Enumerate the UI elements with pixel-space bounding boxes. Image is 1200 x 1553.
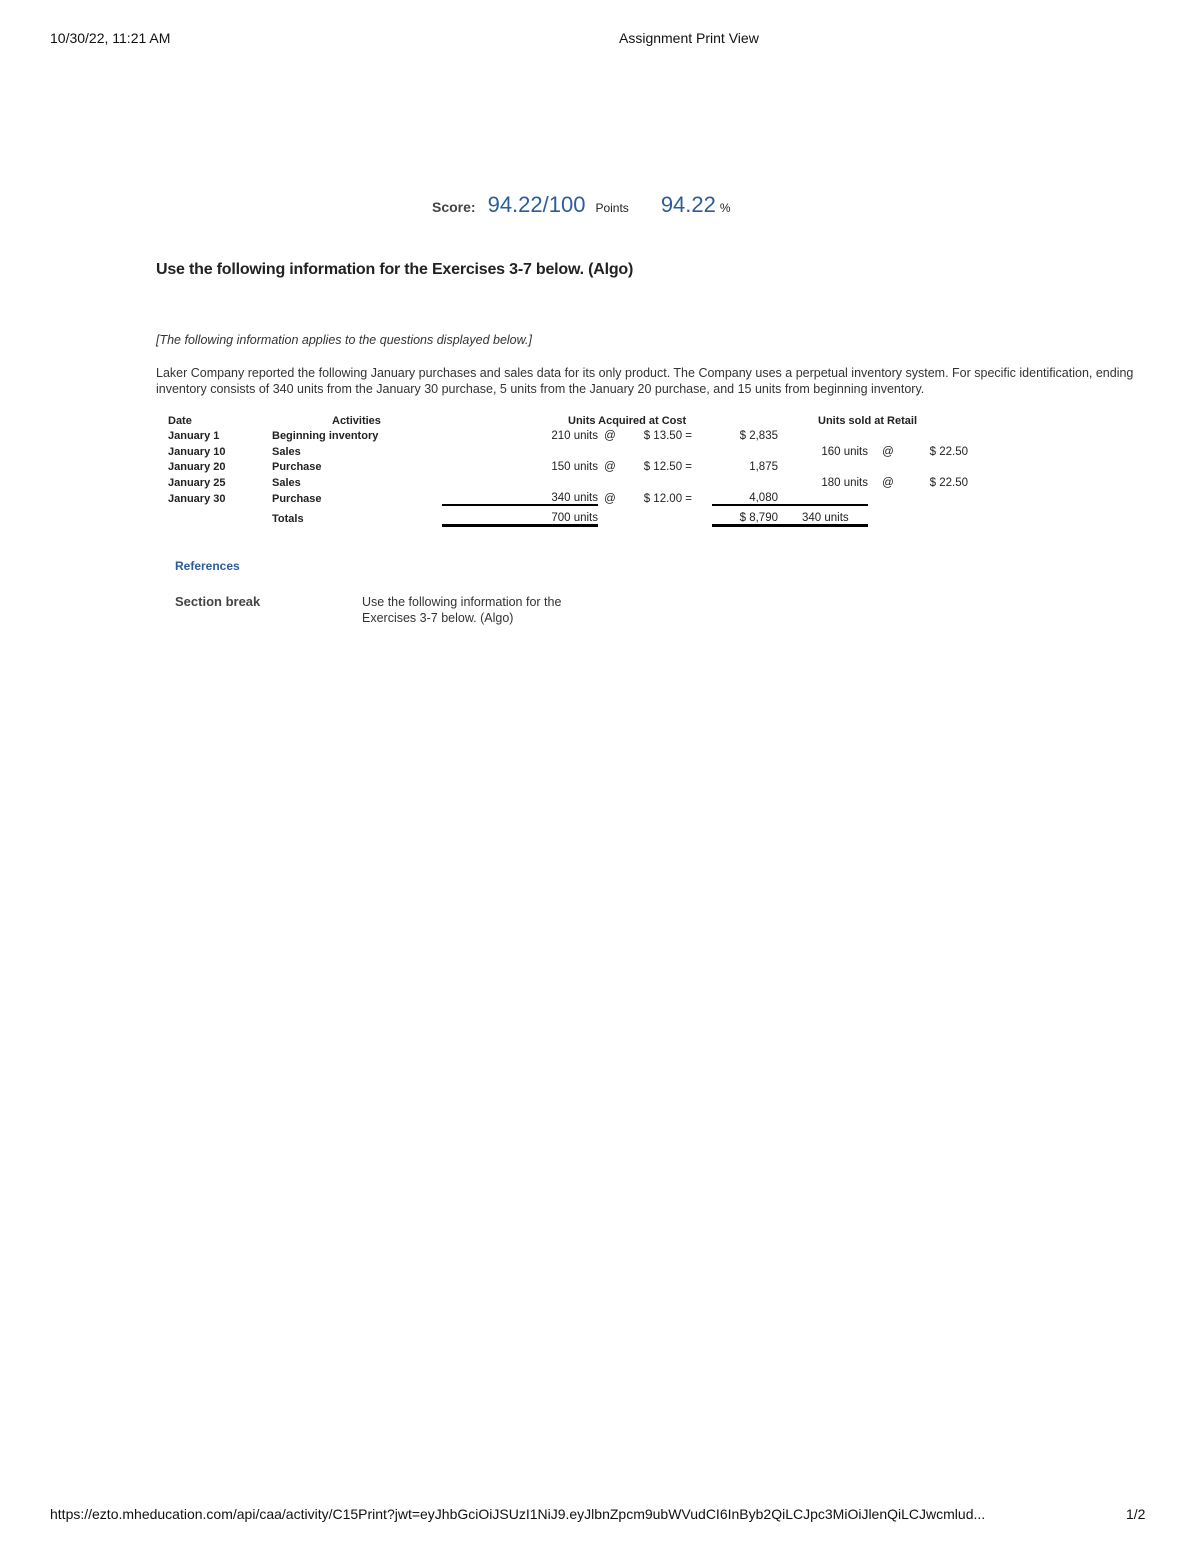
score-summary: Score: 94.22/100 Points 94.22 %	[432, 192, 731, 218]
row-acquired-units	[538, 442, 598, 458]
row-date: January 10	[168, 445, 226, 458]
row-activity: Purchase	[272, 493, 322, 505]
page-number: 1/2	[1126, 1506, 1146, 1522]
row-retail-price	[908, 458, 968, 474]
row-at	[598, 442, 622, 458]
row-date: January 30	[168, 493, 226, 505]
table-row: January 10 Sales 160 units @ $ 22.50	[168, 442, 968, 458]
print-url: https://ezto.mheducation.com/api/caa/act…	[50, 1506, 986, 1522]
row-at: @	[604, 493, 616, 505]
table-header-row: Date Activities Units Acquired at Cost U…	[168, 411, 968, 427]
row-sold-at	[868, 489, 908, 506]
row-unit-cost: $ 13.50 =	[643, 430, 692, 442]
row-unit-cost	[622, 473, 692, 489]
row-total-cost	[712, 473, 778, 489]
row-unit-cost	[622, 442, 692, 458]
row-total-cost: 1,875	[749, 461, 778, 473]
score-points-unit: Points	[595, 201, 629, 215]
row-sold-units	[802, 488, 868, 506]
row-sold-at: @	[882, 476, 894, 489]
print-datetime: 10/30/22, 11:21 AM	[50, 30, 171, 46]
header-activities: Activities	[332, 414, 381, 427]
row-sold-units	[802, 458, 868, 474]
row-date: January 20	[168, 461, 226, 473]
row-retail-price	[908, 489, 968, 506]
totals-row: Totals 700 units $ 8,790 340 units	[168, 505, 968, 527]
references-link[interactable]: References	[175, 559, 240, 573]
row-activity: Beginning inventory	[272, 430, 379, 442]
section-break-text: Use the following information for the Ex…	[362, 595, 562, 625]
print-page-title: Assignment Print View	[619, 30, 759, 46]
row-date: January 25	[168, 476, 226, 489]
row-sold-at: @	[882, 445, 894, 458]
row-unit-cost: $ 12.00 =	[643, 493, 692, 505]
row-total-cost: $ 2,835	[739, 430, 778, 442]
table-row: January 25 Sales 180 units @ $ 22.50	[168, 473, 968, 489]
header-date: Date	[168, 414, 192, 427]
row-acquired-units: 210 units	[551, 430, 598, 442]
row-at: @	[604, 430, 616, 442]
table-row: January 20 Purchase 150 units @ $ 12.50 …	[168, 458, 968, 474]
row-retail-price: $ 22.50	[929, 476, 968, 489]
totals-acquired-units: 700 units	[538, 505, 598, 527]
row-acquired-units: 150 units	[551, 461, 598, 473]
problem-paragraph: Laker Company reported the following Jan…	[156, 366, 1134, 396]
table-row: January 30 Purchase 340 units @ $ 12.00 …	[168, 488, 968, 506]
table-row: January 1 Beginning inventory 210 units …	[168, 427, 968, 443]
row-acquired-units: 340 units	[538, 488, 598, 506]
row-sold-units	[802, 427, 868, 443]
totals-sold-units: 340 units	[802, 505, 868, 527]
intro-note: [The following information applies to th…	[156, 333, 532, 347]
row-sold-units: 180 units	[821, 476, 868, 489]
row-sold-at	[868, 427, 908, 443]
row-activity: Sales	[272, 476, 301, 489]
row-activity: Sales	[272, 445, 301, 458]
section-title: Use the following information for the Ex…	[156, 261, 634, 278]
totals-label: Totals	[272, 513, 304, 525]
row-activity: Purchase	[272, 461, 322, 473]
row-sold-units: 160 units	[821, 445, 868, 458]
inventory-table: Date Activities Units Acquired at Cost U…	[168, 411, 968, 527]
score-label: Score:	[432, 199, 476, 215]
row-retail-price	[908, 427, 968, 443]
section-break-label: Section break	[175, 594, 261, 609]
header-units-acquired: Units Acquired at Cost	[568, 414, 687, 427]
score-percent-value: 94.22	[660, 192, 716, 217]
row-total-cost	[712, 442, 778, 458]
score-percent-unit: %	[719, 201, 731, 215]
row-at	[598, 473, 622, 489]
row-sold-at	[868, 458, 908, 474]
row-unit-cost: $ 12.50 =	[643, 461, 692, 473]
row-date: January 1	[168, 430, 220, 442]
score-points-value: 94.22/100	[487, 192, 586, 217]
row-acquired-units	[538, 473, 598, 489]
row-total-cost: 4,080	[712, 488, 778, 506]
header-units-sold: Units sold at Retail	[818, 414, 918, 427]
totals-cost: $ 8,790	[712, 505, 778, 527]
row-retail-price: $ 22.50	[929, 445, 968, 458]
row-at: @	[604, 461, 616, 473]
